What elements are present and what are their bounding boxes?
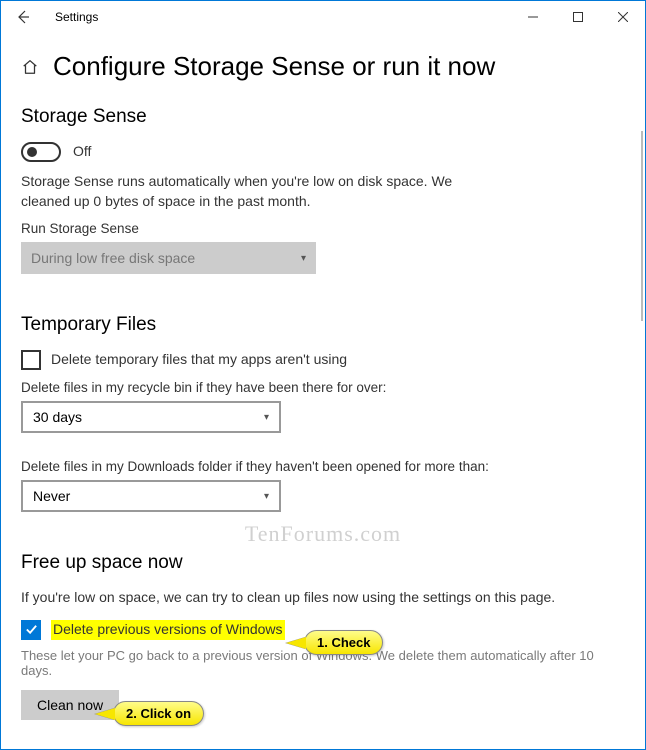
back-button[interactable] xyxy=(9,3,37,31)
storage-sense-toggle[interactable] xyxy=(21,142,61,162)
close-button[interactable] xyxy=(600,2,645,32)
chevron-down-icon: ▾ xyxy=(264,412,269,423)
scrollbar[interactable] xyxy=(641,131,643,321)
downloads-dropdown[interactable]: Never ▾ xyxy=(21,480,281,512)
downloads-label: Delete files in my Downloads folder if t… xyxy=(21,459,625,474)
home-icon[interactable] xyxy=(21,58,39,76)
free-up-intro: If you're low on space, we can try to cl… xyxy=(21,588,625,608)
free-up-space-heading: Free up space now xyxy=(21,552,625,574)
delete-temp-files-label: Delete temporary files that my apps aren… xyxy=(51,350,347,370)
run-storage-sense-label: Run Storage Sense xyxy=(21,221,625,236)
titlebar: Settings xyxy=(1,1,645,33)
delete-temp-files-checkbox[interactable] xyxy=(21,350,41,370)
downloads-value: Never xyxy=(33,488,70,504)
temporary-files-heading: Temporary Files xyxy=(21,314,625,336)
free-up-note: These let your PC go back to a previous … xyxy=(21,648,625,678)
maximize-button[interactable] xyxy=(555,2,600,32)
run-storage-sense-value: During low free disk space xyxy=(31,250,195,266)
recycle-bin-value: 30 days xyxy=(33,409,82,425)
delete-previous-windows-label: Delete previous versions of Windows xyxy=(51,620,285,640)
delete-previous-windows-checkbox[interactable] xyxy=(21,620,41,640)
recycle-bin-label: Delete files in my recycle bin if they h… xyxy=(21,380,625,395)
clean-now-button[interactable]: Clean now xyxy=(21,690,119,720)
run-storage-sense-dropdown: During low free disk space ▾ xyxy=(21,242,316,274)
window-title: Settings xyxy=(55,10,98,24)
chevron-down-icon: ▾ xyxy=(301,253,306,264)
storage-sense-toggle-state: Off xyxy=(73,142,91,162)
chevron-down-icon: ▾ xyxy=(264,491,269,502)
page-title: Configure Storage Sense or run it now xyxy=(53,51,495,82)
recycle-bin-dropdown[interactable]: 30 days ▾ xyxy=(21,401,281,433)
minimize-button[interactable] xyxy=(510,2,555,32)
storage-sense-heading: Storage Sense xyxy=(21,106,625,128)
storage-sense-description: Storage Sense runs automatically when yo… xyxy=(21,172,491,211)
